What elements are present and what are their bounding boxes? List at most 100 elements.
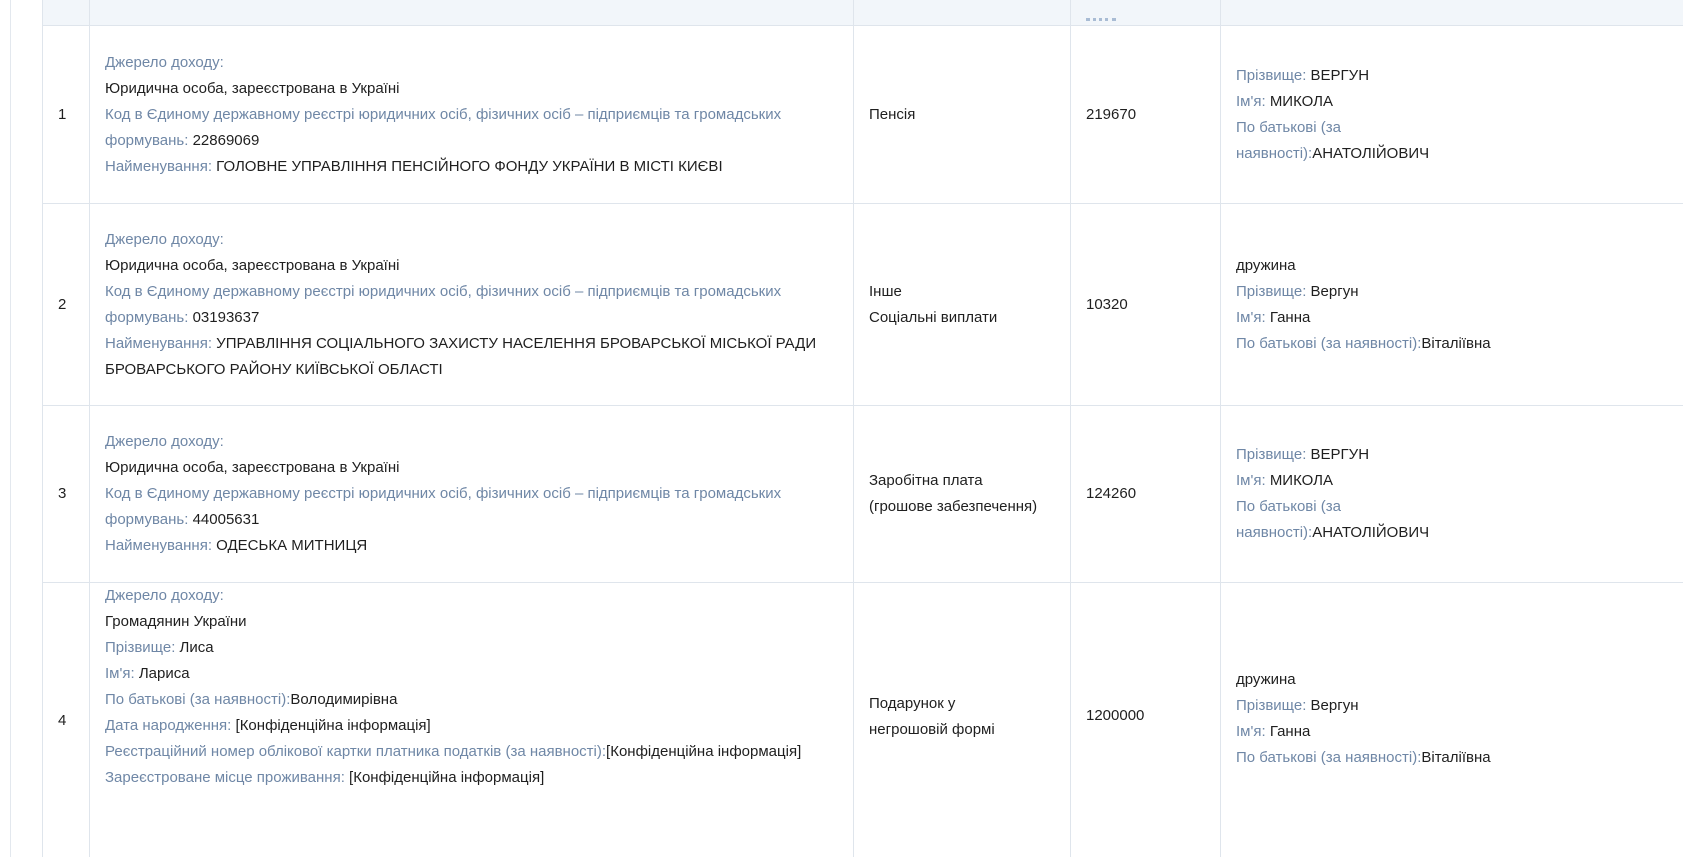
surname-value: Вергун [1310, 282, 1359, 300]
first-name-value: Ганна [1269, 723, 1311, 740]
income-table: 1 Джерело доходу: Юридична особа, зареєс… [42, 0, 1684, 857]
relation-value: дружина [1236, 671, 1296, 688]
org-name-value: ГОЛОВНЕ УПРАВЛІННЯ ПЕНСІЙНОГО ФОНДУ УКРА… [216, 157, 723, 175]
income-source-cell: Джерело доходу: Громадянин України Прізв… [89, 582, 854, 857]
source-type: Громадянин України [105, 613, 247, 630]
patronymic-value: Володимирівна [290, 691, 398, 708]
income-type-cell: Інше Соціальні виплати [853, 203, 1071, 406]
patronymic-label-cont: наявності): [1236, 144, 1313, 162]
recipient-cell: Прізвище: ВЕРГУН Ім'я: МИКОЛА По батьков… [1220, 25, 1684, 204]
declaration-page: 1 Джерело доходу: Юридична особа, зареєс… [0, 0, 1706, 857]
surname-value: ВЕРГУН [1310, 446, 1370, 463]
edr-code-label: Код в Єдиному державному реєстрі юридичн… [105, 485, 782, 502]
income-subtype: Соціальні виплати [869, 308, 998, 326]
income-amount: 1200000 [1070, 582, 1221, 857]
patronymic-value: Віталіївна [1421, 334, 1491, 352]
edr-code-value: 44005631 [192, 511, 260, 528]
surname-value: Лиса [179, 639, 214, 656]
row-number: 2 [42, 203, 90, 406]
first-name-label: Ім'я: [1236, 92, 1266, 110]
edr-code-label-cont: формувань: [105, 131, 189, 149]
table-header [42, 0, 1684, 26]
income-type-cont: негрошовій формі [869, 721, 995, 738]
header-cell-type [853, 0, 1071, 26]
row-number: 4 [42, 582, 90, 857]
income-type: Пенсія [869, 105, 916, 123]
income-source-cell: Джерело доходу: Юридична особа, зареєстр… [89, 25, 854, 204]
income-amount: 10320 [1070, 203, 1221, 406]
income-source-cell: Джерело доходу: Юридична особа, зареєстр… [89, 405, 854, 583]
patronymic-label: По батькові (за наявності): [1236, 334, 1422, 352]
edr-code-value: 22869069 [192, 131, 260, 149]
source-label: Джерело доходу: [105, 587, 224, 604]
income-type: Інше [869, 282, 902, 300]
edr-code-label-cont: формувань: [105, 511, 189, 528]
header-truncated-text [1086, 18, 1116, 24]
edr-code-label-cont: формувань: [105, 308, 189, 326]
income-type-cell: Подарунок у негрошовій формі [853, 582, 1071, 857]
income-type-cell: Пенсія [853, 25, 1071, 204]
source-label: Джерело доходу: [105, 53, 224, 71]
table-row: 3 Джерело доходу: Юридична особа, зареєс… [42, 405, 1684, 583]
residence-label: Зареєстроване місце проживання: [105, 769, 345, 786]
source-type: Юридична особа, зареєстрована в Україні [105, 256, 400, 274]
page-left-border [10, 0, 11, 857]
source-label: Джерело доходу: [105, 433, 224, 450]
patronymic-value: Віталіївна [1421, 749, 1491, 766]
income-source-cell: Джерело доходу: Юридична особа, зареєстр… [89, 203, 854, 406]
tax-number-value: [Конфіденційна інформація] [606, 743, 802, 760]
header-cell-num [42, 0, 90, 26]
edr-code-label: Код в Єдиному державному реєстрі юридичн… [105, 105, 782, 123]
source-type: Юридична особа, зареєстрована в Україні [105, 459, 400, 476]
surname-label: Прізвище: [1236, 282, 1307, 300]
residence-value: [Конфіденційна інформація] [349, 769, 545, 786]
birth-date-label: Дата народження: [105, 717, 232, 734]
first-name-value: МИКОЛА [1269, 472, 1334, 489]
surname-label: Прізвище: [1236, 446, 1307, 463]
income-type: Заробітна плата [869, 472, 983, 489]
tax-number-label: Реєстраційний номер облікової картки пла… [105, 743, 607, 760]
org-name-label: Найменування: [105, 537, 212, 554]
table-row: 2 Джерело доходу: Юридична особа, зареєс… [42, 203, 1684, 406]
income-type-cell: Заробітна плата (грошове забезпечення) [853, 405, 1071, 583]
source-type: Юридична особа, зареєстрована в Україні [105, 79, 400, 97]
birth-date-value: [Конфіденційна інформація] [235, 717, 431, 734]
income-amount: 219670 [1070, 25, 1221, 204]
surname-value: ВЕРГУН [1310, 66, 1370, 84]
relation-value: дружина [1236, 256, 1296, 274]
first-name-label: Ім'я: [105, 665, 135, 682]
patronymic-label: По батькові (за наявності): [105, 691, 291, 708]
table-row: 1 Джерело доходу: Юридична особа, зареєс… [42, 25, 1684, 204]
header-cell-source [89, 0, 854, 26]
first-name-value: Ганна [1269, 308, 1311, 326]
patronymic-label: По батькові (за [1236, 118, 1341, 136]
org-name-value: УПРАВЛІННЯ СОЦІАЛЬНОГО ЗАХИСТУ НАСЕЛЕННЯ… [216, 334, 817, 352]
page-right-gutter [1683, 0, 1706, 857]
row-number: 3 [42, 405, 90, 583]
surname-label: Прізвище: [1236, 66, 1307, 84]
header-cell-recipient [1220, 0, 1684, 26]
first-name-value: МИКОЛА [1269, 92, 1334, 110]
income-subtype: (грошове забезпечення) [869, 498, 1038, 515]
patronymic-label: По батькові (за наявності): [1236, 749, 1422, 766]
recipient-cell: Прізвище: ВЕРГУН Ім'я: МИКОЛА По батьков… [1220, 405, 1684, 583]
row-number: 1 [42, 25, 90, 204]
recipient-cell: дружина Прізвище: Вергун Ім'я: Ганна По … [1220, 582, 1684, 857]
patronymic-value: АНАТОЛІЙОВИЧ [1312, 524, 1430, 541]
surname-label: Прізвище: [105, 639, 176, 656]
header-cell-amount [1070, 0, 1221, 26]
org-name-value-cont: БРОВАРСЬКОГО РАЙОНУ КИЇВСЬКОЇ ОБЛАСТІ [105, 360, 443, 378]
income-type: Подарунок у [869, 695, 956, 712]
surname-value: Вергун [1310, 697, 1359, 714]
org-name-value: ОДЕСЬКА МИТНИЦЯ [216, 537, 368, 554]
first-name-value: Лариса [138, 665, 190, 682]
edr-code-label: Код в Єдиному державному реєстрі юридичн… [105, 282, 782, 300]
org-name-label: Найменування: [105, 334, 212, 352]
org-name-label: Найменування: [105, 157, 212, 175]
source-label: Джерело доходу: [105, 230, 224, 248]
patronymic-value: АНАТОЛІЙОВИЧ [1312, 144, 1430, 162]
first-name-label: Ім'я: [1236, 472, 1266, 489]
edr-code-value: 03193637 [192, 308, 260, 326]
table-row: 4 Джерело доходу: Громадянин України Прі… [42, 582, 1684, 857]
patronymic-label-cont: наявності): [1236, 524, 1313, 541]
